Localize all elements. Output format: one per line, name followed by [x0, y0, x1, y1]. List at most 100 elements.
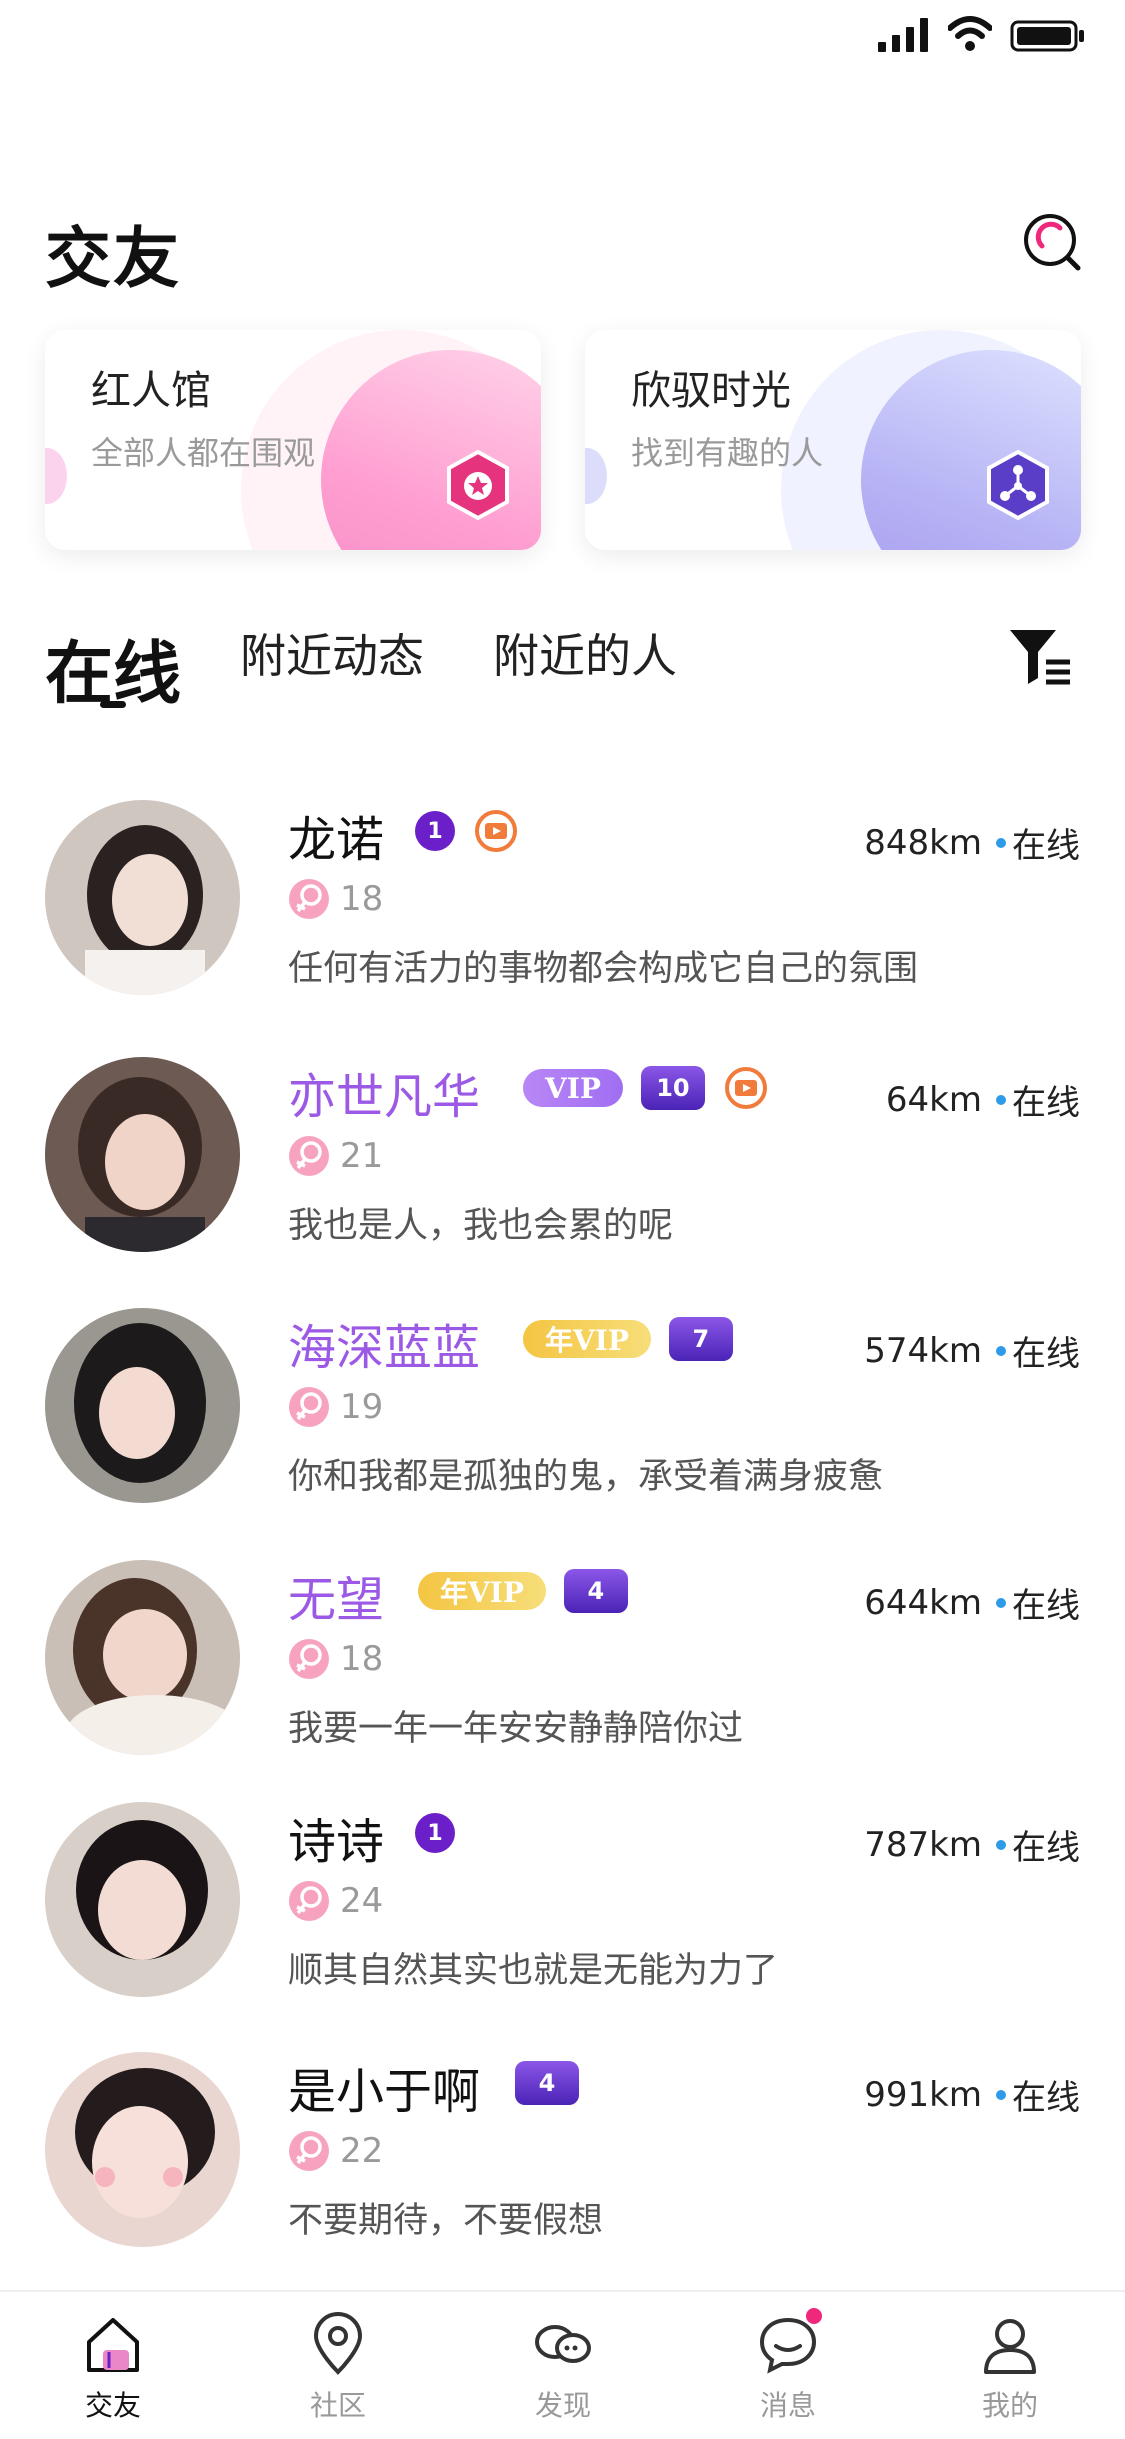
level-badge: 4: [563, 1569, 628, 1613]
online-dot: [996, 2089, 1006, 2100]
level-badge: 4: [515, 2061, 579, 2105]
tab-label: 我的: [981, 2389, 1038, 2422]
user-bio: 你和我都是孤独的鬼，承受着满身疲惫: [288, 1457, 884, 1497]
avatar[interactable]: [45, 1057, 240, 1252]
bottom-tab-bar: 交友 社区 发现 消息 我的: [0, 2290, 1125, 2439]
user-badges: 4: [515, 2058, 579, 2108]
tab-mine[interactable]: 我的: [950, 2312, 1070, 2432]
age: 18: [340, 879, 384, 919]
vip-badge: 年VIP: [523, 1320, 651, 1358]
online-status: 在线: [1012, 1083, 1080, 1123]
online-dot: [996, 837, 1006, 848]
tab-label: 交友: [84, 2389, 141, 2422]
age: 24: [340, 1881, 384, 1921]
tab-label: 消息: [759, 2389, 816, 2422]
age: 22: [340, 2131, 384, 2171]
female-icon: [289, 1881, 329, 1921]
network-icon: [987, 450, 1049, 520]
user-name: 亦世凡华: [288, 1069, 481, 1125]
user-row[interactable]: 龙诺 1 848km 在线 18 任何有活力的事物都会构成它自己的氛围: [0, 800, 1125, 1040]
distance: 787km: [864, 1824, 982, 1865]
online-status: 在线: [1012, 2078, 1080, 2118]
user-meta: 848km 在线: [864, 818, 1080, 867]
user-row[interactable]: 诗诗 1 787km 在线 24 顺其自然其实也就是无能为力了: [0, 1802, 1125, 2042]
medal-icon: [447, 450, 509, 520]
user-name: 龙诺: [288, 812, 385, 868]
user-meta: 991km 在线: [864, 2070, 1080, 2119]
age-badge: 18: [288, 878, 383, 920]
card-fun-time[interactable]: 欣驭时光 找到有趣的人: [585, 330, 1081, 550]
user-badges: 年VIP 7: [523, 1314, 733, 1364]
online-status: 在线: [1012, 826, 1080, 866]
age: 21: [340, 1136, 384, 1176]
level-badge: 10: [640, 1066, 705, 1110]
distance: 64km: [885, 1079, 982, 1120]
unread-dot: [806, 2308, 822, 2324]
user-name: 无望: [288, 1572, 385, 1628]
age-badge: 18: [288, 1638, 383, 1680]
profile-icon: [984, 2319, 1036, 2374]
female-icon: [289, 1387, 329, 1427]
user-bio: 不要期待，不要假想: [288, 2201, 604, 2241]
female-icon: [289, 1136, 329, 1176]
tab-make-friends[interactable]: 交友: [53, 2312, 173, 2432]
live-icon[interactable]: [473, 808, 519, 854]
online-status: 在线: [1012, 1334, 1080, 1374]
home-icon: [87, 2318, 139, 2372]
tab-discover[interactable]: 发现: [503, 2312, 623, 2432]
user-name: 诗诗: [288, 1814, 385, 1870]
tab-community[interactable]: 社区: [278, 2312, 398, 2432]
user-bio: 任何有活力的事物都会构成它自己的氛围: [288, 949, 919, 989]
card-hot-people[interactable]: 红人馆 全部人都在围观: [45, 330, 541, 550]
page-title: 交友: [45, 220, 181, 297]
online-dot: [996, 1839, 1006, 1850]
filter-icon[interactable]: [1008, 628, 1072, 686]
user-row[interactable]: 是小于啊 4 991km 在线 22 不要期待，不要假想: [0, 2052, 1125, 2292]
user-badges: VIP 10: [523, 1063, 769, 1113]
avatar[interactable]: [45, 1802, 240, 1997]
user-bio: 顺其自然其实也就是无能为力了: [288, 1951, 779, 1991]
level-badge: 1: [415, 1813, 455, 1853]
user-row[interactable]: 亦世凡华 VIP 10 64km 在线 21 我也是人，我也会累的呢: [0, 1057, 1125, 1297]
level-badge: 1: [415, 811, 455, 851]
vip-badge: 年VIP: [418, 1572, 546, 1610]
online-status: 在线: [1012, 1586, 1080, 1626]
age: 19: [340, 1387, 384, 1427]
user-badges: 1: [415, 1808, 455, 1858]
user-row[interactable]: 海深蓝蓝 年VIP 7 574km 在线 19 你和我都是孤独的鬼，承受着满身疲…: [0, 1308, 1125, 1548]
signal-icon: [878, 18, 928, 52]
user-badges: 1: [415, 806, 519, 856]
tab-nearby-posts[interactable]: 附近动态: [240, 620, 424, 686]
age-badge: 21: [288, 1135, 383, 1177]
female-icon: [289, 879, 329, 919]
search-icon[interactable]: [1020, 210, 1084, 274]
online-dot: [996, 1345, 1006, 1356]
discover-icon: [535, 2325, 591, 2363]
avatar[interactable]: [45, 2052, 240, 2247]
location-pin-icon: [313, 2312, 363, 2375]
online-status: 在线: [1012, 1828, 1080, 1868]
user-bio: 我也是人，我也会累的呢: [288, 1206, 674, 1246]
battery-icon: [1010, 20, 1084, 52]
avatar[interactable]: [45, 1308, 240, 1503]
avatar[interactable]: [45, 800, 240, 995]
tab-nearby-people[interactable]: 附近的人: [493, 620, 677, 686]
vip-badge: VIP: [523, 1069, 623, 1107]
tab-messages[interactable]: 消息: [728, 2308, 848, 2432]
tab-label: 发现: [534, 2389, 591, 2422]
user-meta: 574km 在线: [864, 1326, 1080, 1375]
online-dot: [996, 1094, 1006, 1105]
distance: 574km: [864, 1330, 982, 1371]
card-title: 红人馆: [91, 368, 211, 414]
user-meta: 644km 在线: [864, 1578, 1080, 1627]
distance: 991km: [864, 2074, 982, 2115]
status-bar: [0, 0, 1125, 80]
live-icon[interactable]: [723, 1065, 769, 1111]
age-badge: 22: [288, 2130, 383, 2172]
user-name: 海深蓝蓝: [288, 1320, 481, 1376]
tab-label: 社区: [309, 2389, 366, 2422]
user-row[interactable]: 无望 年VIP 4 644km 在线 18 我要一年一年安安静静陪你过: [0, 1560, 1125, 1800]
user-badges: 年VIP 4: [418, 1566, 628, 1616]
avatar[interactable]: [45, 1560, 240, 1755]
user-meta: 787km 在线: [864, 1820, 1080, 1869]
